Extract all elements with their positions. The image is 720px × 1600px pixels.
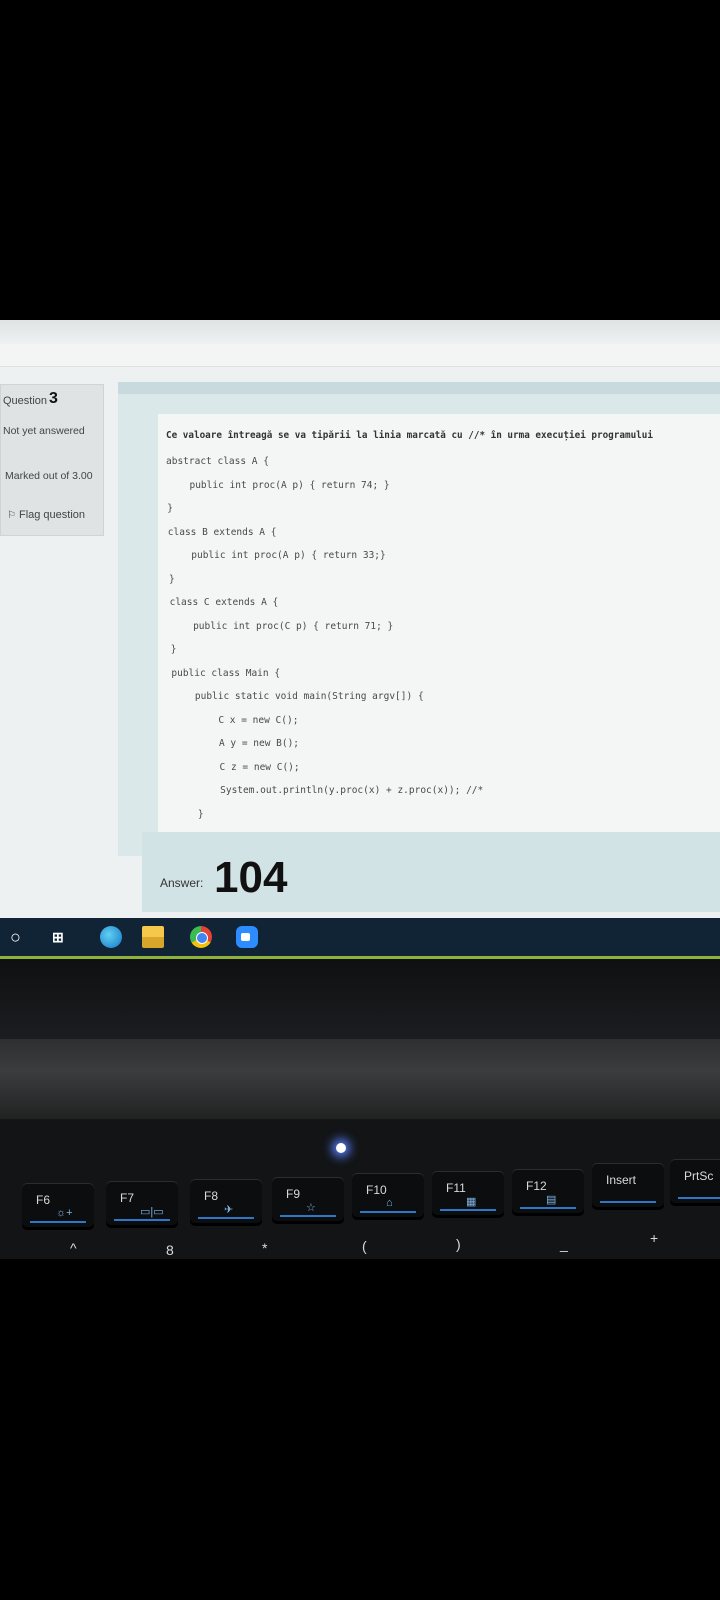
key-function-icon: ☆ [306, 1202, 316, 1214]
code-line: class B extends A { [167, 526, 277, 538]
code-line: } [175, 808, 204, 820]
key-f8[interactable]: F8 ✈ [190, 1179, 262, 1223]
flag-question-label: Flag question [18, 509, 86, 521]
key-backlight [280, 1215, 336, 1217]
question-status: Not yet answered [3, 425, 85, 437]
key-label: F7 [120, 1191, 135, 1205]
question-prompt: Ce valoare întreagă se va tipării la lin… [166, 430, 653, 441]
edge-icon[interactable] [100, 926, 122, 948]
key-number-row-glyph: ) [456, 1236, 461, 1252]
task-view-icon[interactable]: ⊞ [52, 926, 70, 948]
page-header-strip [0, 344, 720, 367]
answer-label: Answer: [160, 876, 204, 890]
key-label: F9 [286, 1187, 301, 1201]
key-backlight [600, 1201, 656, 1203]
code-line: public int proc(A p) { return 33;} [168, 550, 386, 561]
key-backlight [114, 1219, 170, 1221]
key-label: F10 [366, 1183, 387, 1197]
key-label: F6 [36, 1193, 51, 1207]
question-text-panel: Ce valoare întreagă se va tipării la lin… [118, 382, 720, 856]
answer-section: Answer: [142, 832, 720, 912]
code-line: abstract class A { [166, 456, 269, 467]
key-prtsc[interactable]: PrtSc [670, 1159, 720, 1203]
key-backlight [198, 1217, 254, 1219]
key-number-row-glyph: ^ [70, 1240, 77, 1256]
key-f11[interactable]: F11 ▦ [432, 1171, 504, 1215]
key-f10[interactable]: F10 ⌂ [352, 1173, 424, 1217]
code-line: A y = new B(); [173, 738, 300, 749]
flag-question-link[interactable]: ⚐ Flag question [7, 509, 85, 521]
code-line: public class Main { [171, 667, 281, 679]
monitor-screen: Question 3 Not yet answered Marked out o… [0, 320, 720, 970]
file-explorer-icon[interactable] [142, 926, 164, 948]
key-insert[interactable]: Insert [592, 1163, 664, 1207]
key-backlight [520, 1207, 576, 1209]
chrome-icon[interactable] [190, 926, 212, 948]
key-function-icon: ⌂ [386, 1197, 393, 1209]
key-f7[interactable]: F7 ▭|▭ [106, 1181, 178, 1225]
code-line: C x = new C(); [172, 714, 299, 726]
key-f9[interactable]: F9 ☆ [272, 1177, 344, 1221]
zoom-icon[interactable] [236, 926, 258, 948]
laptop-bezel [0, 959, 720, 1039]
key-f12[interactable]: F12 ▤ [512, 1169, 584, 1213]
code-listing: Ce valoare întreagă se va tipării la lin… [158, 414, 720, 844]
question-info-panel: Question 3 Not yet answered Marked out o… [0, 384, 104, 536]
power-indicator [336, 1143, 346, 1153]
key-backlight [360, 1211, 416, 1213]
key-function-icon: ▭|▭ [140, 1206, 164, 1218]
flag-icon: ⚐ [7, 510, 16, 521]
code-line: public int proc(C p) { return 71; } [170, 620, 394, 632]
code-line: public int proc(A p) { return 74; } [166, 479, 390, 491]
code-line: } [167, 503, 173, 514]
key-number-row-glyph: * [262, 1240, 268, 1256]
key-backlight [440, 1209, 496, 1211]
windows-taskbar: ○ ⊞ [0, 918, 720, 959]
code-line: } [170, 644, 177, 655]
key-backlight [30, 1221, 86, 1223]
code-line: C z = new C(); [173, 761, 300, 773]
browser-top-strip [0, 320, 720, 345]
key-function-icon: ▦ [466, 1196, 477, 1208]
question-grade: Marked out of 3.00 [5, 470, 93, 482]
key-number-row-glyph: _ [560, 1236, 568, 1252]
key-label: PrtSc [684, 1169, 714, 1183]
key-function-icon: ▤ [546, 1194, 557, 1206]
code-line: } [169, 573, 175, 585]
key-number-row-glyph: ( [362, 1238, 367, 1254]
code-line: System.out.println(y.proc(x) + z.proc(x)… [174, 785, 484, 796]
code-line: class C extends A { [169, 597, 279, 608]
laptop-hinge [0, 1039, 720, 1119]
key-number-row-glyph: 8 [166, 1242, 174, 1258]
key-label: F8 [204, 1189, 219, 1203]
key-number-row-glyph: + [650, 1230, 659, 1246]
key-function-icon: ✈ [224, 1204, 234, 1216]
answer-input[interactable] [214, 852, 354, 904]
start-icon[interactable]: ○ [10, 926, 26, 948]
key-label: Insert [606, 1173, 637, 1187]
code-line: public static void main(String argv[]) { [172, 691, 424, 702]
key-function-icon: ☼+ [56, 1207, 73, 1219]
question-number: 3 [49, 390, 58, 407]
key-label: F12 [526, 1179, 547, 1193]
key-f6[interactable]: F6 ☼+ [22, 1183, 94, 1227]
question-label: Question [3, 395, 48, 407]
key-backlight [678, 1197, 720, 1199]
key-label: F11 [446, 1181, 466, 1195]
